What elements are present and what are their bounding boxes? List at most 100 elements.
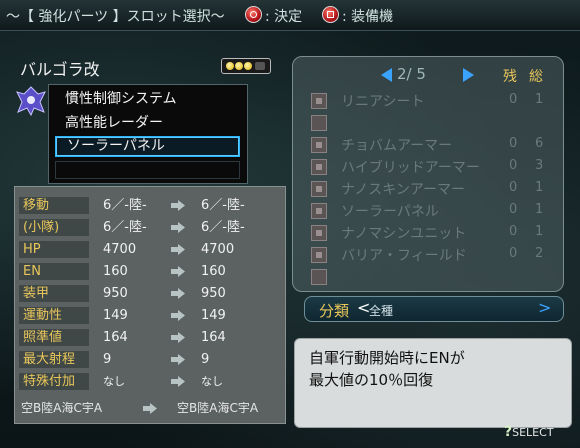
part-name: チョバムアーマー bbox=[341, 138, 453, 154]
parts-list-item[interactable] bbox=[311, 266, 556, 288]
parts-list-item[interactable]: リニアシート 0 1 bbox=[311, 90, 556, 112]
description-line-1: 自軍行動開始時にENが bbox=[309, 349, 465, 367]
part-icon bbox=[311, 115, 327, 131]
part-total: 6 bbox=[535, 136, 544, 151]
terrain-row: 空B陸A海C宇A 空B陸A海C宇A bbox=[19, 399, 283, 417]
circle-button-icon bbox=[245, 6, 262, 23]
category-value: 全種 bbox=[369, 304, 394, 318]
description-box: 自軍行動開始時にENが 最大値の10％回復 bbox=[294, 338, 572, 428]
category-selector[interactable]: 分類 < 全種 > bbox=[304, 296, 564, 322]
part-total: 1 bbox=[535, 202, 544, 217]
stat-label: 装甲 bbox=[19, 285, 89, 302]
part-name: ソーラーパネル bbox=[341, 204, 439, 220]
stat-row-range: 最大射程 9 9 bbox=[19, 351, 283, 369]
stat-row-special: 特殊付加 なし なし bbox=[19, 373, 283, 391]
stat-before: 6／-陸- bbox=[103, 198, 147, 213]
stats-panel: 移動 6／-陸- 6／-陸- (小隊) 6／-陸- 6／-陸- HP 4700 … bbox=[14, 186, 286, 424]
part-remaining: 0 bbox=[509, 92, 518, 107]
category-label: 分類 bbox=[319, 302, 350, 320]
part-icon bbox=[311, 247, 327, 263]
stat-before: 164 bbox=[103, 330, 128, 345]
help-icon: ? bbox=[504, 424, 513, 440]
col-total-header: 総 bbox=[529, 69, 543, 85]
part-remaining: 0 bbox=[509, 158, 518, 173]
arrow-right-icon bbox=[171, 310, 185, 321]
part-icon bbox=[311, 93, 327, 109]
arrow-right-icon bbox=[171, 288, 185, 299]
terrain-after: 空B陸A海C宇A bbox=[177, 401, 259, 415]
unit-name: バルゴラ改 bbox=[20, 60, 100, 79]
arrow-right-icon bbox=[171, 222, 185, 233]
stat-before: 4700 bbox=[103, 242, 137, 257]
arrow-right-icon bbox=[143, 403, 157, 414]
stat-after: 950 bbox=[201, 286, 226, 301]
page-next-icon[interactable] bbox=[463, 68, 474, 82]
terrain-before: 空B陸A海C宇A bbox=[21, 401, 103, 415]
part-total: 2 bbox=[535, 246, 544, 261]
slot-3-selected[interactable]: ソーラーパネル bbox=[55, 136, 240, 157]
stat-after: 149 bbox=[201, 308, 226, 323]
arrow-right-icon bbox=[171, 332, 185, 343]
stat-row-hp: HP 4700 4700 bbox=[19, 241, 283, 259]
stat-before: 950 bbox=[103, 286, 128, 301]
page-indicator: 2/ 5 bbox=[397, 65, 426, 83]
select-label: SELECT bbox=[512, 426, 554, 439]
part-total: 1 bbox=[535, 180, 544, 195]
arrow-right-icon bbox=[171, 244, 185, 255]
mech-icon bbox=[16, 86, 46, 117]
stat-label: 運動性 bbox=[19, 307, 89, 324]
screen-title: ～【 強化パーツ 】スロット選択～ bbox=[6, 9, 225, 25]
arrow-right-icon bbox=[171, 376, 185, 387]
stat-row-armor: 装甲 950 950 bbox=[19, 285, 283, 303]
slot-4-empty[interactable] bbox=[55, 161, 240, 179]
page-prev-icon[interactable] bbox=[381, 68, 392, 82]
parts-list-item[interactable]: ソーラーパネル 0 1 bbox=[311, 200, 556, 222]
stat-label: 照準値 bbox=[19, 329, 89, 346]
parts-list-item[interactable]: ハイブリッドアーマー 0 3 bbox=[311, 156, 556, 178]
slot-1[interactable]: 慣性制御システム bbox=[55, 89, 240, 110]
game-screen: ～【 強化パーツ 】スロット選択～ : 決定 : 装備機 バルゴラ改 慣性制御シ… bbox=[0, 0, 580, 448]
parts-list-item[interactable]: ナノスキンアーマー 0 1 bbox=[311, 178, 556, 200]
part-icon bbox=[311, 269, 327, 285]
part-icon bbox=[311, 181, 327, 197]
parts-list-item[interactable]: ナノマシンユニット 0 1 bbox=[311, 222, 556, 244]
stat-row-mobility: 運動性 149 149 bbox=[19, 307, 283, 325]
part-icon bbox=[311, 137, 327, 153]
parts-list-panel: 2/ 5 残 総 リニアシート 0 1 チョバムアーマー 0 6 ハイブリッドア… bbox=[292, 56, 564, 292]
slot-filled-icon bbox=[226, 62, 234, 70]
part-total: 1 bbox=[535, 92, 544, 107]
slot-list: 慣性制御システム 高性能レーダー ソーラーパネル bbox=[48, 84, 248, 184]
parts-list-item[interactable]: チョバムアーマー 0 6 bbox=[311, 134, 556, 156]
square-button-icon bbox=[322, 6, 339, 23]
confirm-hint: : 決定 bbox=[265, 9, 303, 25]
slot-2[interactable]: 高性能レーダー bbox=[55, 113, 240, 134]
category-next-icon[interactable]: > bbox=[538, 298, 551, 317]
stat-after: 6／-陸- bbox=[201, 220, 245, 235]
part-name: ナノマシンユニット bbox=[341, 226, 467, 242]
select-button-hint[interactable]: ?SELECT bbox=[504, 424, 554, 440]
stat-after: 160 bbox=[201, 264, 226, 279]
part-icon bbox=[311, 203, 327, 219]
parts-list-item[interactable]: バリア・フィールド 0 2 bbox=[311, 244, 556, 266]
stat-after: 164 bbox=[201, 330, 226, 345]
stat-after: なし bbox=[201, 375, 223, 388]
stat-label: 特殊付加 bbox=[19, 373, 89, 390]
part-name: リニアシート bbox=[341, 94, 425, 110]
header-bar: ～【 強化パーツ 】スロット選択～ : 決定 : 装備機 bbox=[0, 0, 580, 31]
slot-filled-icon bbox=[235, 62, 243, 70]
part-total: 3 bbox=[535, 158, 544, 173]
stat-label: EN bbox=[19, 263, 89, 280]
part-remaining: 0 bbox=[509, 224, 518, 239]
arrow-right-icon bbox=[171, 354, 185, 365]
stat-before: 9 bbox=[103, 352, 112, 367]
stat-after: 9 bbox=[201, 352, 210, 367]
stat-before: 6／-陸- bbox=[103, 220, 147, 235]
slot-indicator bbox=[221, 58, 271, 74]
stat-after: 4700 bbox=[201, 242, 235, 257]
stat-row-move: 移動 6／-陸- 6／-陸- bbox=[19, 197, 283, 215]
col-remaining-header: 残 bbox=[503, 69, 517, 85]
stat-label: 移動 bbox=[19, 197, 89, 214]
stat-row-en: EN 160 160 bbox=[19, 263, 283, 281]
parts-list-item[interactable] bbox=[311, 112, 556, 134]
arrow-right-icon bbox=[171, 200, 185, 211]
